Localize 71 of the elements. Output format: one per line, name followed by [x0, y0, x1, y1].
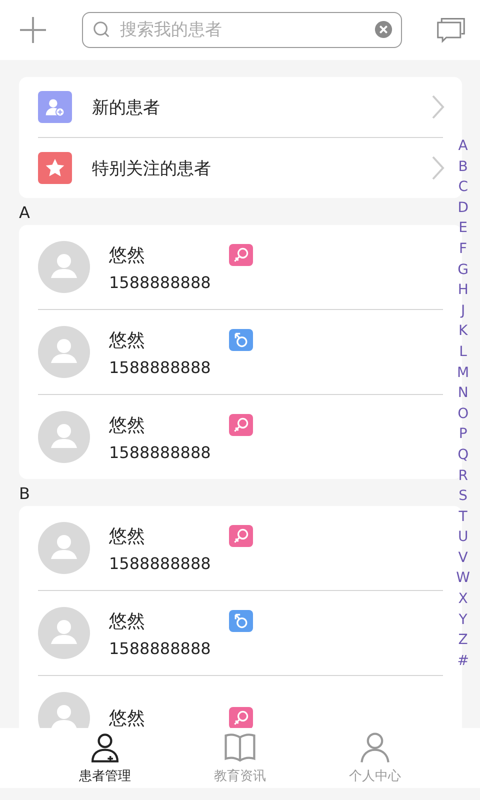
index-letter[interactable]: F — [459, 238, 468, 260]
female-icon — [229, 414, 253, 436]
index-letter[interactable]: G — [458, 260, 468, 280]
index-letter[interactable]: S — [458, 486, 468, 507]
index-letter[interactable]: H — [458, 280, 468, 301]
menu-item[interactable]: 新的患者 — [38, 77, 443, 138]
patient-row[interactable]: 悠然 1588888888 — [38, 506, 443, 591]
index-letter[interactable]: # — [457, 650, 469, 672]
add-icon[interactable] — [18, 15, 48, 45]
avatar-icon — [38, 241, 90, 293]
index-letter[interactable]: B — [458, 156, 468, 178]
search-icon — [92, 20, 111, 39]
index-letter[interactable]: U — [458, 527, 468, 548]
index-letter[interactable]: C — [458, 177, 468, 198]
menu-item[interactable]: 特别关注的患者 — [38, 138, 443, 198]
tab[interactable]: 教育资讯 — [172, 728, 308, 788]
section-letter: A — [19, 202, 31, 224]
index-letter[interactable]: X — [458, 589, 468, 610]
book-icon — [223, 732, 257, 764]
patient-row[interactable]: 悠然 1588888888 — [38, 310, 443, 395]
patient-name: 悠然 — [109, 707, 146, 728]
tab[interactable]: 个人中心 — [308, 728, 442, 788]
phone-number: 1588888888 — [109, 358, 212, 376]
index-letter[interactable]: O — [458, 404, 469, 424]
tab[interactable]: 患者管理 — [38, 728, 172, 788]
patient-name: 悠然 — [109, 610, 146, 632]
index-letter[interactable]: D — [458, 198, 468, 218]
index-letter[interactable]: T — [458, 506, 468, 528]
avatar-icon — [38, 411, 90, 463]
chat-icon[interactable] — [436, 16, 466, 44]
chevron-icon — [431, 155, 445, 181]
phone-number: 1588888888 — [109, 442, 212, 462]
patient-name: 悠然 — [109, 244, 146, 266]
clear-icon[interactable] — [374, 20, 393, 39]
female-icon — [229, 244, 253, 266]
index-letter[interactable]: K — [458, 321, 468, 342]
index-letter[interactable]: N — [458, 383, 468, 404]
patient-row[interactable]: 悠然 1588888888 — [38, 395, 443, 479]
index-letter[interactable]: Y — [458, 610, 468, 630]
patient-name: 悠然 — [109, 414, 146, 436]
index-letter[interactable]: L — [459, 342, 467, 363]
person-icon — [358, 732, 392, 764]
phone-number: 1588888888 — [109, 638, 212, 658]
index-letter[interactable]: W — [456, 568, 470, 590]
patient-name: 悠然 — [109, 524, 146, 548]
index-letter[interactable]: V — [458, 548, 468, 568]
male-icon — [229, 328, 253, 350]
index-letter[interactable]: A — [458, 136, 468, 157]
index-letter[interactable]: R — [458, 466, 468, 486]
index-letter[interactable]: Z — [458, 630, 468, 651]
avatar-icon — [38, 522, 90, 574]
index-letter[interactable]: J — [461, 300, 466, 322]
add-person-icon — [38, 91, 72, 123]
avatar-icon — [38, 607, 90, 659]
patient-row[interactable]: 悠然 1588888888 — [38, 591, 443, 676]
patient-name: 悠然 — [109, 328, 146, 352]
avatar-icon — [38, 326, 90, 378]
index-letter[interactable]: E — [458, 218, 468, 239]
male-icon — [229, 610, 253, 632]
phone-number: 1588888888 — [109, 554, 212, 572]
patient-row[interactable]: 悠然 1588888888 — [38, 225, 443, 310]
menu-label: 特别关注的患者 — [92, 158, 211, 180]
chevron-icon — [431, 94, 445, 120]
index-letter[interactable]: P — [458, 424, 468, 445]
female-icon — [229, 524, 253, 546]
menu-label: 新的患者 — [92, 96, 160, 118]
phone-number: 1588888888 — [109, 272, 212, 292]
index-letter[interactable]: Q — [458, 444, 469, 466]
index-letter[interactable]: M — [457, 362, 470, 384]
section-letter: B — [19, 483, 31, 505]
search-field[interactable]: 搜索我的患者 — [82, 12, 402, 48]
